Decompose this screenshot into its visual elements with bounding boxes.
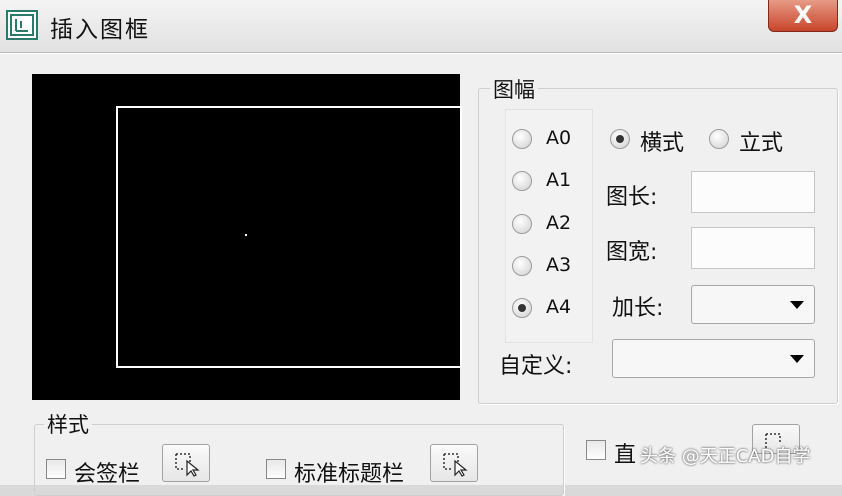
size-option-a2[interactable]: A2 <box>512 210 582 240</box>
select-cursor-icon <box>175 453 200 477</box>
size-option-a0[interactable]: A0 <box>512 125 582 155</box>
custom-chevron-down-icon <box>790 354 804 363</box>
radio-portrait[interactable] <box>709 129 729 149</box>
orientation-portrait-label: 立式 <box>739 131 784 156</box>
countersign-checkbox[interactable] <box>46 459 66 479</box>
radio-a0[interactable] <box>512 129 532 149</box>
size-option-a1[interactable]: A1 <box>512 167 582 197</box>
orientation-landscape[interactable]: 横式 <box>610 125 694 156</box>
extend-chevron-down-icon <box>790 300 804 309</box>
window-title: 插入图框 <box>50 17 150 43</box>
standard-title-checkbox[interactable] <box>266 459 286 479</box>
radio-a3[interactable] <box>512 256 532 276</box>
app-icon <box>6 10 38 40</box>
close-button[interactable]: X <box>768 0 838 32</box>
close-icon: X <box>793 1 813 29</box>
extend-label: 加长: <box>612 296 664 321</box>
extend-dropdown[interactable] <box>691 285 815 324</box>
length-label: 图长: <box>606 185 658 210</box>
style-group-label: 样式 <box>44 409 92 439</box>
size-label-a4: A4 <box>546 296 572 318</box>
size-label-a0: A0 <box>546 127 572 149</box>
standard-title-pick-button[interactable] <box>430 444 478 482</box>
paper-size-group-label: 图幅 <box>490 74 538 104</box>
preview-center-point <box>245 234 247 236</box>
size-label-a3: A3 <box>546 254 572 276</box>
size-label-a2: A2 <box>546 212 572 234</box>
size-label-a1: A1 <box>546 169 572 191</box>
orientation-landscape-label: 横式 <box>640 131 685 156</box>
size-option-a4[interactable]: A4 <box>512 294 582 324</box>
radio-a1[interactable] <box>512 171 532 191</box>
countersign-label: 会签栏 <box>74 462 141 487</box>
radio-landscape[interactable] <box>610 129 630 149</box>
radio-a2[interactable] <box>512 214 532 234</box>
width-label: 图宽: <box>606 240 658 265</box>
custom-label: 自定义: <box>499 354 573 379</box>
length-input[interactable] <box>691 171 815 213</box>
direct-checkbox[interactable] <box>586 440 606 460</box>
radio-a4[interactable] <box>512 298 532 318</box>
countersign-pick-button[interactable] <box>162 444 210 482</box>
custom-dropdown[interactable] <box>612 339 815 378</box>
size-option-a3[interactable]: A3 <box>512 252 582 282</box>
frame-preview <box>32 74 462 400</box>
width-input[interactable] <box>691 227 815 269</box>
preview-frame-outline <box>116 106 462 368</box>
title-bar: 插入图框 X <box>0 0 842 53</box>
select-cursor-icon <box>443 453 468 477</box>
direct-label: 直 <box>614 443 637 468</box>
orientation-portrait[interactable]: 立式 <box>709 125 793 156</box>
watermark-text: 头条 @天正CAD自学 <box>640 446 811 467</box>
standard-title-label: 标准标题栏 <box>294 462 405 487</box>
dialog-body: 图幅 A0 A1 A2 A3 A4 横式 立式 图长: 图宽: 加长: 自定义: <box>0 53 842 496</box>
